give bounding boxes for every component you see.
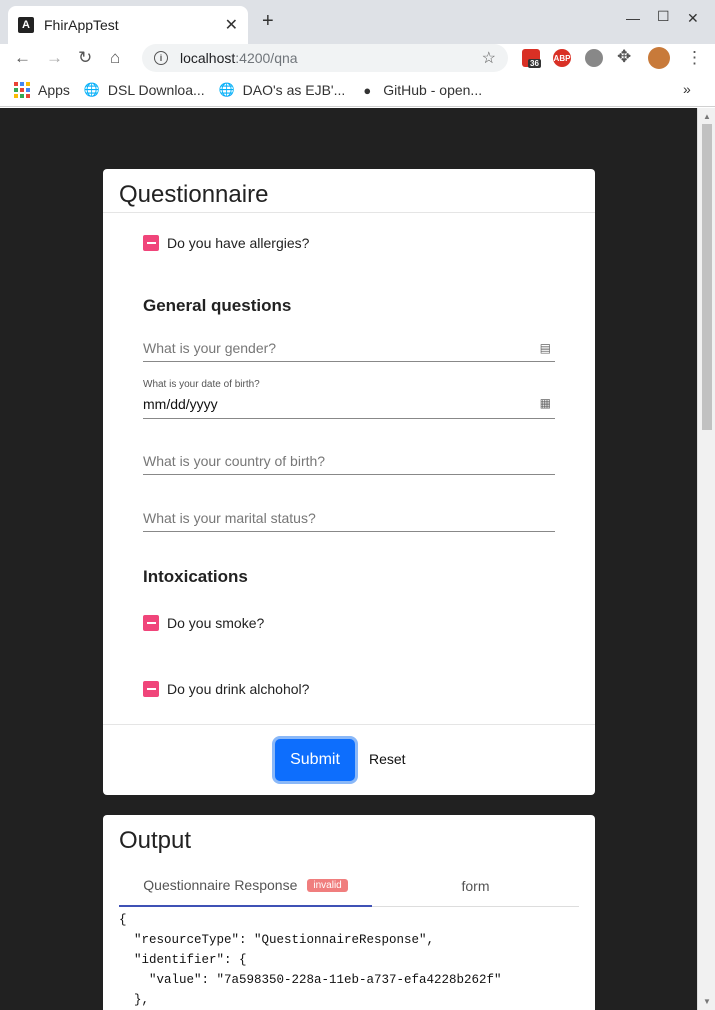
tab-title: FhirAppTest: [44, 17, 119, 33]
gear-extension-icon[interactable]: [585, 49, 603, 67]
dob-label: What is your date of birth?: [143, 379, 260, 390]
browser-toolbar: ← → ↻ ⌂ i localhost:4200/qna ☆ 36 ABP ✥ …: [0, 44, 715, 74]
url-path: :4200/qna: [235, 50, 298, 66]
reload-icon[interactable]: ↻: [78, 48, 92, 68]
bookmark-label: DSL Downloa...: [107, 82, 205, 98]
browser-tab[interactable]: A FhirAppTest ✕: [8, 6, 248, 44]
general-questions-heading: General questions: [143, 296, 292, 315]
maximize-icon[interactable]: ☐: [657, 8, 670, 25]
indeterminate-checkbox[interactable]: [143, 681, 159, 697]
scroll-down-icon[interactable]: ▼: [703, 997, 711, 1006]
json-output: { "resourceType": "QuestionnaireResponse…: [119, 913, 502, 1007]
window-close-icon[interactable]: ✕: [687, 10, 699, 27]
allergies-checkbox-row[interactable]: Do you have allergies?: [143, 235, 309, 251]
info-icon[interactable]: i: [154, 51, 168, 65]
tab-questionnaire-response[interactable]: Questionnaire Response invalid: [119, 865, 372, 907]
output-tabs: Questionnaire Response invalid form: [119, 865, 579, 907]
browser-tab-strip: A FhirAppTest ✕ + — ☐ ✕: [0, 0, 715, 44]
marital-status-field[interactable]: What is your marital status?: [143, 510, 555, 532]
calendar-extension-icon[interactable]: 36: [522, 49, 541, 68]
card-footer-divider: [103, 724, 595, 725]
output-title: Output: [119, 827, 192, 854]
bookmarks-bar: Apps 🌐 DSL Downloa... 🌐 DAO's as EJB'...…: [0, 74, 715, 107]
bookmark-dao[interactable]: 🌐 DAO's as EJB'...: [219, 82, 346, 98]
dob-value: mm/dd/yyyy: [143, 396, 218, 412]
extension-badge: 36: [528, 59, 541, 68]
gender-placeholder: What is your gender?: [143, 340, 277, 356]
alcohol-label: Do you drink alchohol?: [167, 681, 310, 697]
home-icon[interactable]: ⌂: [110, 48, 120, 68]
questionnaire-card: Questionnaire Do you have allergies? Gen…: [103, 169, 595, 795]
output-card: Output Questionnaire Response invalid fo…: [103, 815, 595, 1010]
indeterminate-checkbox[interactable]: [143, 235, 159, 251]
tab-label: Questionnaire Response: [143, 877, 298, 893]
bookmark-github[interactable]: ● GitHub - open...: [359, 82, 482, 98]
smoke-label: Do you smoke?: [167, 615, 265, 631]
close-icon[interactable]: ✕: [225, 15, 238, 35]
github-icon: ●: [363, 82, 372, 98]
bookmark-label: DAO's as EJB'...: [242, 82, 346, 98]
apps-grid-icon: [14, 82, 30, 98]
page-content: Questionnaire Do you have allergies? Gen…: [0, 108, 697, 1010]
tab-label: form: [461, 877, 490, 894]
puzzle-icon[interactable]: ✥: [617, 47, 631, 67]
tab-form[interactable]: form: [372, 865, 579, 906]
allergies-label: Do you have allergies?: [167, 235, 310, 251]
submit-button[interactable]: Submit: [275, 739, 355, 781]
indeterminate-checkbox[interactable]: [143, 615, 159, 631]
contact-card-icon: ▤: [539, 341, 551, 355]
bookmark-label: Apps: [38, 82, 70, 98]
smoke-checkbox-row[interactable]: Do you smoke?: [143, 615, 264, 631]
bookmark-apps[interactable]: Apps: [14, 82, 70, 98]
angular-icon: A: [18, 17, 34, 33]
status-badge: invalid: [307, 878, 348, 892]
menu-icon[interactable]: ⋮: [686, 48, 703, 68]
url-host: localhost: [180, 50, 236, 66]
gender-field[interactable]: What is your gender? ▤: [143, 340, 555, 362]
scroll-up-icon[interactable]: ▲: [703, 112, 711, 121]
bookmark-star-icon[interactable]: ☆: [482, 48, 496, 68]
bookmark-label: GitHub - open...: [383, 82, 483, 98]
new-tab-button[interactable]: +: [262, 10, 274, 33]
scrollbar-thumb[interactable]: [702, 124, 712, 430]
calendar-icon[interactable]: ▦: [540, 396, 551, 410]
alcohol-checkbox-row[interactable]: Do you drink alchohol?: [143, 681, 309, 697]
reset-button[interactable]: Reset: [369, 751, 406, 767]
page-scrollbar[interactable]: ▲ ▼: [697, 108, 715, 1010]
back-icon[interactable]: ←: [14, 48, 31, 68]
bookmark-dsl[interactable]: 🌐 DSL Downloa...: [84, 82, 205, 98]
minimize-icon[interactable]: —: [626, 10, 640, 26]
country-of-birth-field[interactable]: What is your country of birth?: [143, 453, 555, 475]
forward-icon[interactable]: →: [46, 48, 63, 68]
questionnaire-title: Questionnaire: [103, 169, 595, 213]
date-of-birth-field[interactable]: What is your date of birth? mm/dd/yyyy ▦: [143, 379, 555, 419]
bookmarks-overflow-icon[interactable]: »: [683, 81, 691, 97]
avatar[interactable]: [648, 47, 670, 69]
globe-icon: 🌐: [83, 82, 101, 97]
globe-icon: 🌐: [218, 82, 235, 97]
adblock-icon[interactable]: ABP: [553, 49, 571, 67]
marital-placeholder: What is your marital status?: [143, 510, 316, 526]
address-bar[interactable]: i localhost:4200/qna ☆: [142, 44, 508, 72]
intoxications-heading: Intoxications: [143, 567, 248, 586]
country-placeholder: What is your country of birth?: [143, 453, 326, 469]
